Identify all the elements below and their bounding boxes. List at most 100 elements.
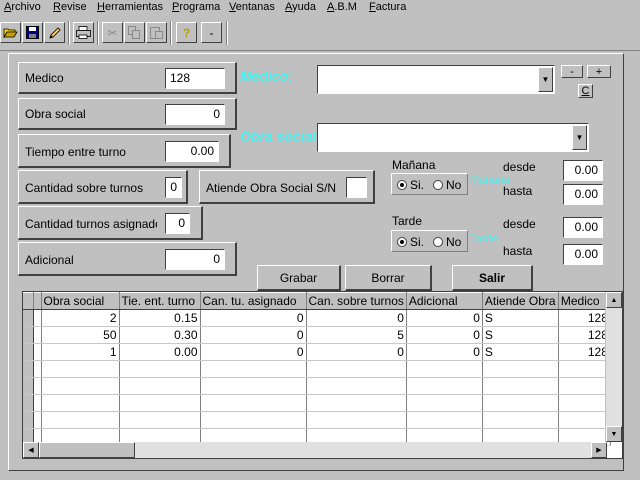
- medico-combo-dropdown-button[interactable]: ▼: [538, 67, 553, 92]
- row-selector[interactable]: [23, 360, 34, 378]
- menu-herramientas[interactable]: Herramientas: [97, 1, 163, 13]
- tarde-hasta-input[interactable]: 0.00: [563, 244, 603, 265]
- row-selector[interactable]: [23, 326, 34, 344]
- table-cell[interactable]: 2: [41, 309, 120, 327]
- table-cell[interactable]: [406, 394, 483, 412]
- row-selector[interactable]: [23, 377, 34, 395]
- scroll-left-button[interactable]: ◀: [23, 442, 39, 458]
- scroll-down-button[interactable]: ▼: [606, 426, 622, 442]
- table-cell[interactable]: [119, 377, 201, 395]
- table-cell[interactable]: [406, 360, 483, 378]
- table-cell[interactable]: 0: [200, 309, 307, 327]
- open-folder-button[interactable]: [0, 22, 21, 43]
- grid-col-header[interactable]: Medico: [558, 292, 611, 310]
- data-grid[interactable]: Obra social Tie. ent. turno Can. tu. asi…: [22, 291, 623, 459]
- table-cell[interactable]: [41, 377, 120, 395]
- grid-col-header[interactable]: Adicional: [406, 292, 483, 310]
- scroll-right-button[interactable]: ▶: [591, 442, 607, 458]
- table-cell[interactable]: [41, 394, 120, 412]
- salir-button[interactable]: Salir: [452, 265, 533, 291]
- save-button[interactable]: [22, 22, 43, 43]
- table-cell[interactable]: [406, 411, 483, 429]
- table-cell[interactable]: 128: [558, 343, 611, 361]
- menu-ayuda[interactable]: Ayuda: [285, 1, 316, 13]
- table-cell[interactable]: [119, 394, 201, 412]
- paste-button[interactable]: [146, 22, 167, 43]
- grid-col-header[interactable]: Atiende Obra: [482, 292, 559, 310]
- manana-no-radio[interactable]: No: [433, 178, 461, 192]
- table-cell[interactable]: 0: [200, 343, 307, 361]
- adicional-input[interactable]: 0: [165, 249, 225, 270]
- obra-social-combo[interactable]: ▼: [317, 123, 589, 152]
- edit-button[interactable]: [44, 22, 65, 43]
- cut-button[interactable]: ✂: [102, 22, 123, 43]
- table-cell[interactable]: 0: [406, 343, 483, 361]
- table-cell[interactable]: [200, 411, 307, 429]
- table-cell[interactable]: [200, 394, 307, 412]
- table-row[interactable]: [23, 394, 611, 412]
- lookup-plus-button[interactable]: +: [587, 65, 611, 78]
- horizontal-scrollbar[interactable]: ◀ ▶: [23, 442, 607, 458]
- table-cell[interactable]: 1: [41, 343, 120, 361]
- table-row[interactable]: [23, 377, 611, 395]
- table-cell[interactable]: 0.00: [119, 343, 201, 361]
- table-cell[interactable]: [306, 394, 407, 412]
- table-cell[interactable]: 128: [558, 309, 611, 327]
- table-cell[interactable]: 0: [306, 309, 407, 327]
- menu-factura[interactable]: Factura: [369, 1, 406, 13]
- table-cell[interactable]: [558, 411, 611, 429]
- obra-social-input[interactable]: 0: [165, 104, 225, 125]
- table-cell[interactable]: 0: [200, 326, 307, 344]
- grabar-button[interactable]: Grabar: [257, 265, 341, 291]
- table-cell[interactable]: 0: [306, 343, 407, 361]
- table-cell[interactable]: [482, 377, 559, 395]
- table-cell[interactable]: [306, 360, 407, 378]
- tarde-no-radio[interactable]: No: [433, 235, 461, 249]
- lookup-minus-button[interactable]: -: [561, 65, 583, 78]
- row-selector[interactable]: [23, 411, 34, 429]
- atiende-input[interactable]: [346, 177, 367, 198]
- toolbar-minus-button[interactable]: -: [201, 22, 222, 43]
- table-cell[interactable]: [306, 377, 407, 395]
- menu-ventanas[interactable]: Ventanas: [229, 1, 275, 13]
- help-button[interactable]: ?: [176, 22, 197, 43]
- cantidad-sobre-input[interactable]: 0: [165, 177, 182, 198]
- tarde-desde-input[interactable]: 0.00: [563, 217, 603, 238]
- cantidad-asig-input[interactable]: 0: [165, 213, 190, 234]
- table-cell[interactable]: S: [482, 326, 559, 344]
- table-row[interactable]: 1 0.00 0 0 0 S 128: [23, 343, 611, 361]
- table-cell[interactable]: [200, 360, 307, 378]
- table-cell[interactable]: [558, 394, 611, 412]
- table-cell[interactable]: [482, 360, 559, 378]
- table-cell[interactable]: [119, 411, 201, 429]
- table-row[interactable]: [23, 411, 611, 429]
- medico-input[interactable]: 128: [165, 68, 225, 89]
- manana-desde-input[interactable]: 0.00: [563, 160, 603, 181]
- table-cell[interactable]: 5: [306, 326, 407, 344]
- row-selector[interactable]: [23, 343, 34, 361]
- table-cell[interactable]: 128: [558, 326, 611, 344]
- table-cell[interactable]: [558, 377, 611, 395]
- menu-programa[interactable]: Programa: [172, 1, 220, 13]
- grid-col-header[interactable]: Can. sobre turnos: [306, 292, 407, 310]
- grid-col-header[interactable]: Can. tu. asignado: [200, 292, 307, 310]
- table-cell[interactable]: [558, 360, 611, 378]
- table-cell[interactable]: S: [482, 309, 559, 327]
- table-cell[interactable]: [200, 377, 307, 395]
- menu-archivo[interactable]: Archivo: [4, 1, 41, 13]
- tiempo-input[interactable]: 0.00: [165, 141, 219, 162]
- medico-combo[interactable]: ▼: [317, 65, 555, 94]
- obra-combo-dropdown-button[interactable]: ▼: [572, 125, 587, 150]
- table-row[interactable]: 50 0.30 0 5 0 S 128: [23, 326, 611, 344]
- table-cell[interactable]: [406, 377, 483, 395]
- tarde-si-radio[interactable]: Si.: [397, 235, 424, 249]
- lookup-clear-button[interactable]: C: [578, 84, 593, 98]
- grid-col-header[interactable]: Obra social: [41, 292, 120, 310]
- row-selector[interactable]: [23, 394, 34, 412]
- table-row[interactable]: 2 0.15 0 0 0 S 128: [23, 309, 611, 327]
- manana-hasta-input[interactable]: 0.00: [563, 184, 603, 205]
- table-cell[interactable]: 0.30: [119, 326, 201, 344]
- table-cell[interactable]: S: [482, 343, 559, 361]
- scroll-up-button[interactable]: ▲: [606, 292, 622, 308]
- menu-revise[interactable]: Revise: [53, 1, 87, 13]
